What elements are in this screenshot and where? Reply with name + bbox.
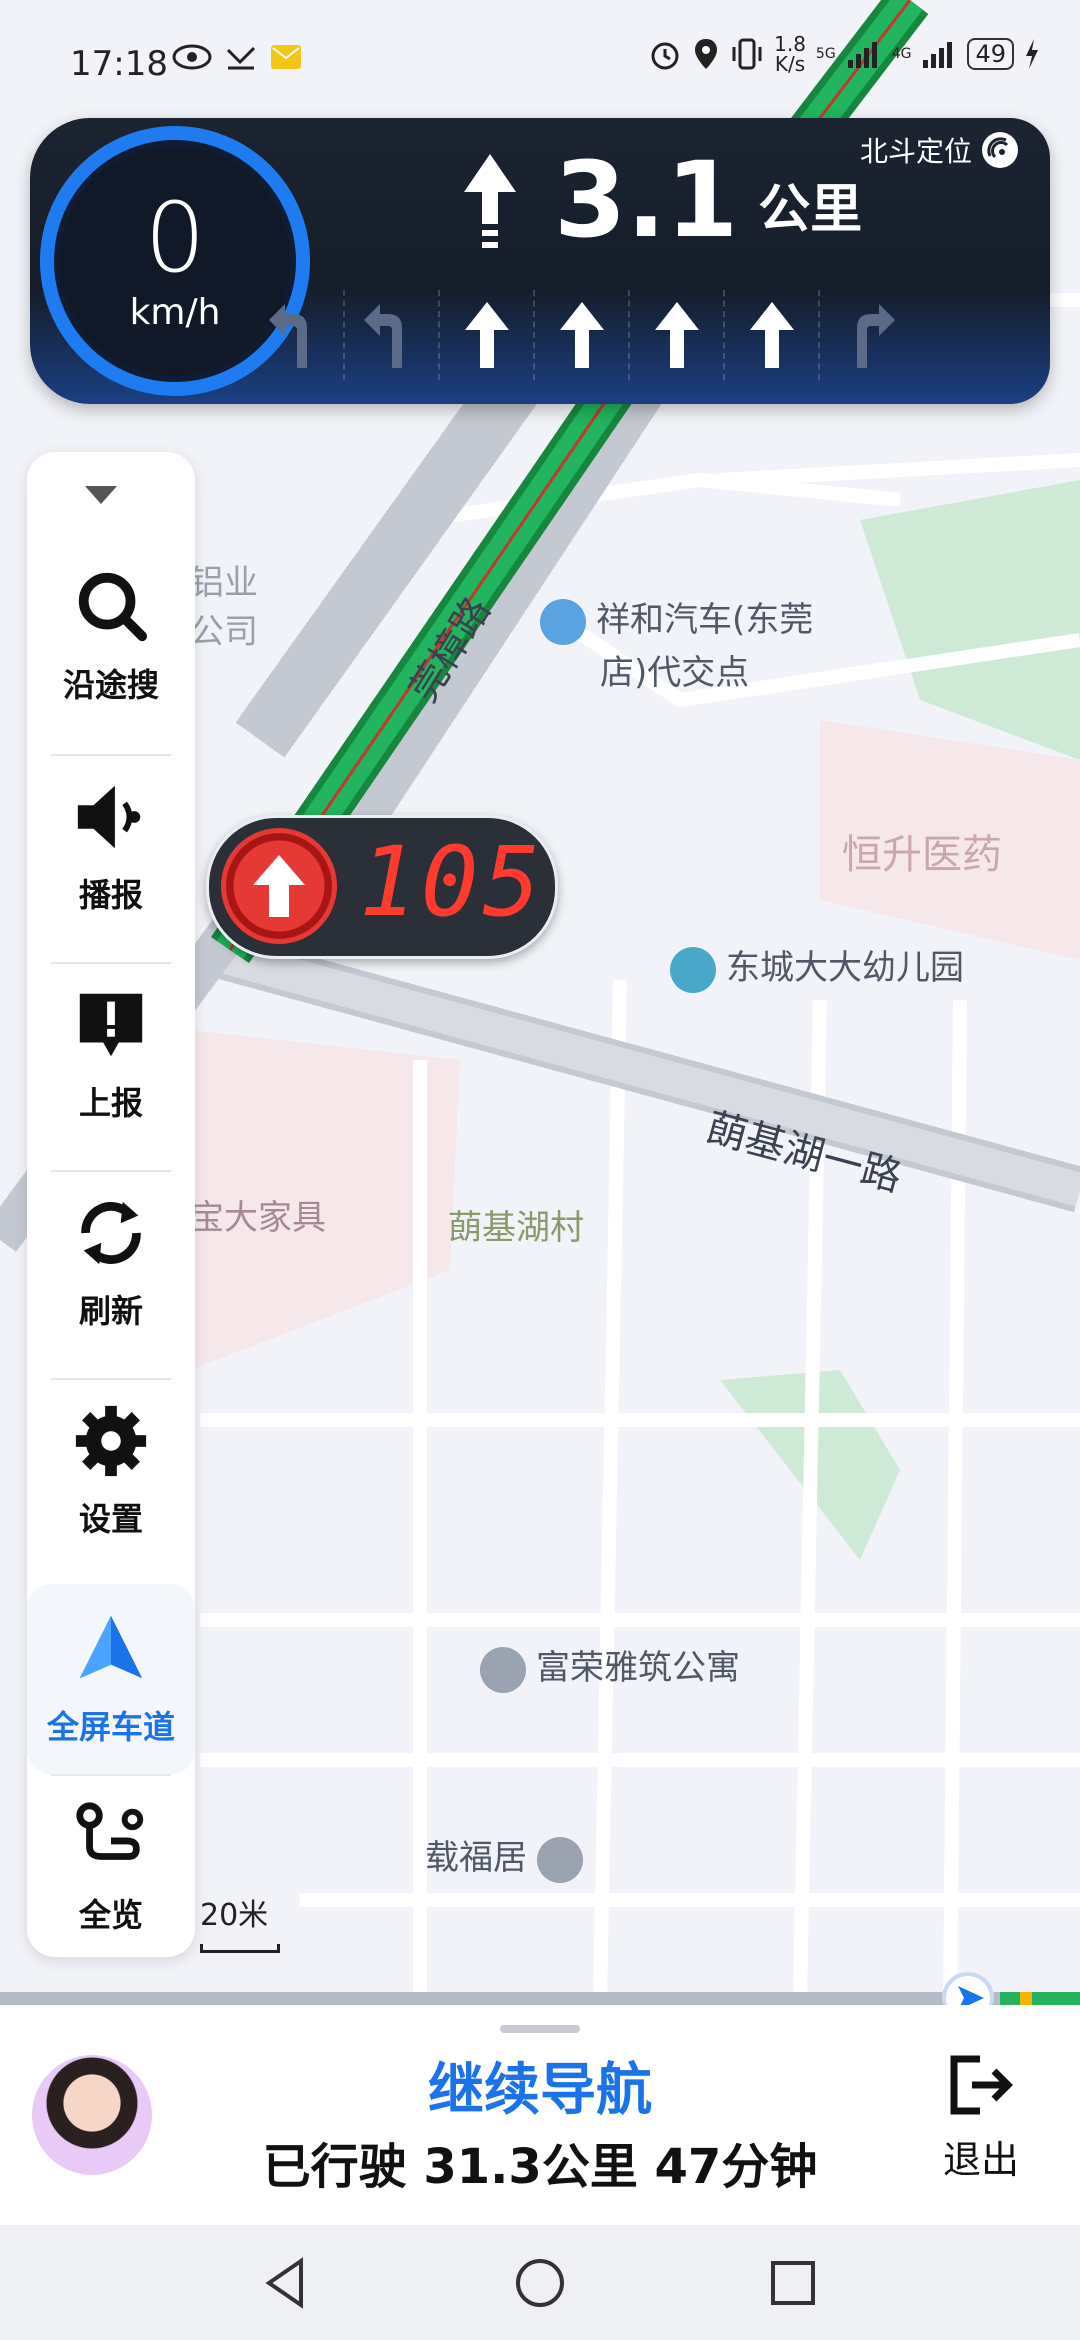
report-icon (79, 993, 143, 1057)
gear-icon (75, 1405, 147, 1477)
car-poi-icon (540, 598, 586, 645)
alarm-icon (651, 42, 679, 70)
left-turn-arrow-icon (363, 304, 402, 368)
map-scale-label: 20米 (200, 1898, 269, 1933)
poi-name: 东城大大幼儿园 (726, 948, 964, 988)
lane-left-turn (250, 290, 345, 380)
poi-pharmacy[interactable]: 恒升医药 (842, 822, 1002, 880)
straight-arrow-icon (464, 302, 509, 368)
distance-unit: 公里 (758, 180, 863, 240)
home-icon[interactable] (510, 2253, 570, 2313)
continue-navigation-button[interactable]: 继续导航 (0, 2045, 1080, 2126)
missed-call-icon (226, 46, 256, 70)
overview-button[interactable]: 全览 (27, 1772, 195, 1962)
settings-button[interactable]: 设置 (27, 1376, 195, 1566)
poi-apartment[interactable]: 富荣雅筑公寓 (480, 1640, 740, 1693)
back-icon[interactable] (257, 2253, 317, 2313)
satellite-icon (982, 132, 1018, 168)
poi-village[interactable]: 蓢基湖村 (448, 1200, 584, 1249)
exit-icon (950, 2055, 1013, 2115)
poi-kindergarten[interactable]: 东城大大幼儿园 (670, 940, 964, 993)
positioning-status: 北斗定位 (860, 130, 1020, 170)
status-time: 17:18 (70, 44, 168, 84)
network-speed: 1.8 K/s (774, 32, 806, 76)
right-turn-arrow-icon (856, 304, 895, 368)
straight-arrow-icon (464, 154, 516, 248)
side-toolbar: 沿途搜 播报 上报 刷新 设置 全屏车道 全览 (27, 452, 195, 1957)
speed-unit: km/h (129, 291, 221, 333)
eye-icon (172, 44, 212, 70)
panel-drag-handle[interactable] (500, 2025, 580, 2033)
refresh-label: 刷新 (78, 1292, 143, 1330)
next-maneuver: 3.1 公里 (460, 148, 862, 252)
straight-arrow-icon (559, 302, 604, 368)
lane-left-turn (345, 290, 440, 380)
battery-level: 49 (967, 38, 1014, 70)
report-button[interactable]: 上报 (27, 960, 195, 1150)
signal-label: 4G (891, 46, 912, 62)
poi-auto-repair[interactable]: 祥和汽车(东莞 店)代交点 (540, 592, 813, 694)
poi-furniture[interactable]: 宝大家具 (190, 1190, 326, 1239)
map-scale-bar (200, 1944, 280, 1953)
fullscreen-lane-label: 全屏车道 (46, 1708, 175, 1746)
lane-straight (440, 290, 535, 380)
maneuver-distance: 3.1 (554, 139, 739, 261)
mail-icon (271, 45, 301, 69)
guidance-banner[interactable]: 0 km/h 北斗定位 3.1 公里 (30, 118, 1050, 404)
straight-arrow-icon (654, 302, 699, 368)
trip-summary: 已行驶 31.3公里 47分钟 (262, 2139, 818, 2195)
speaker-icon (77, 785, 141, 849)
lane-right-turn (820, 290, 913, 380)
building-poi-icon (537, 1836, 583, 1883)
left-turn-arrow-icon (268, 304, 307, 368)
current-speed: 0 (144, 181, 206, 294)
search-along-label: 沿途搜 (62, 666, 159, 704)
signal-icon (847, 42, 877, 68)
straight-arrow-icon (749, 302, 794, 368)
lane-view-icon (79, 1615, 143, 1679)
refresh-button[interactable]: 刷新 (27, 1168, 195, 1358)
positioning-label: 北斗定位 (859, 135, 972, 168)
vibrate-icon (732, 38, 762, 70)
route-overview-icon (76, 1802, 144, 1860)
signal-label: 5G (815, 46, 836, 62)
bottom-panel: 继续导航 已行驶 31.3公里 47分钟 退出 (0, 2005, 1080, 2225)
poi-name: 载福居 (425, 1838, 527, 1878)
poi-name: 祥和汽车(东莞 (596, 600, 814, 640)
status-right: 1.8 K/s 5G 4G 49 (648, 34, 1040, 74)
speed-camera-alert: 105 (206, 815, 558, 959)
charging-icon (1026, 39, 1038, 69)
lane-guidance (250, 290, 1040, 380)
lane-straight (535, 290, 630, 380)
report-label: 上报 (78, 1084, 143, 1122)
broadcast-label: 播报 (78, 876, 143, 914)
camera-arrow-icon (221, 828, 337, 944)
overview-label: 全览 (78, 1896, 143, 1934)
lane-straight (725, 290, 820, 380)
fullscreen-lane-button[interactable]: 全屏车道 (27, 1584, 195, 1774)
location-icon (695, 39, 718, 69)
poi-name: 富荣雅筑公寓 (536, 1648, 740, 1688)
poi-residence[interactable]: 载福居 (425, 1830, 593, 1883)
search-icon (78, 572, 148, 642)
signal-icon (923, 42, 953, 68)
building-poi-icon (480, 1646, 526, 1693)
poi-name-line2: 店)代交点 (600, 652, 750, 693)
poi-label: 铝业 公司 (190, 563, 258, 652)
system-navigation-bar (0, 2225, 1080, 2340)
collapse-toolbar-icon[interactable] (85, 486, 117, 504)
refresh-icon (81, 1201, 141, 1265)
school-poi-icon (670, 946, 716, 993)
status-bar: 17:18 1.8 K/s 5G 4G 49 (0, 0, 1080, 120)
recents-icon[interactable] (763, 2253, 823, 2313)
settings-label: 设置 (78, 1500, 143, 1538)
exit-button[interactable]: 退出 (926, 2053, 1036, 2184)
status-icons (172, 42, 302, 72)
exit-label: 退出 (942, 2138, 1019, 2182)
lane-straight (630, 290, 725, 380)
camera-speed-limit: 105 (359, 826, 545, 938)
search-along-button[interactable]: 沿途搜 (27, 542, 195, 732)
broadcast-button[interactable]: 播报 (27, 752, 195, 942)
